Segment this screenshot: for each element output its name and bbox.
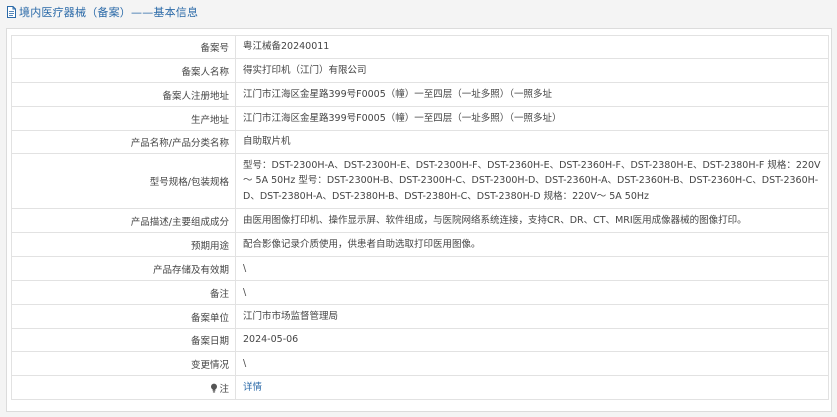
table-row: 预期用途 配合影像记录介质使用，供患者自助选取打印医用图像。 bbox=[11, 232, 829, 257]
table-row: 备案人名称 得实打印机（江门）有限公司 bbox=[11, 58, 829, 83]
row-label-record-date: 备案日期 bbox=[11, 328, 236, 352]
table-row: 生产地址 江门市江海区金星路399号F0005（幢）一至四层（一址多照）（一照多… bbox=[11, 106, 829, 131]
row-label-remarks: 备注 bbox=[11, 280, 236, 305]
row-value-product-name: 自助取片机 bbox=[235, 130, 829, 154]
details-link[interactable]: 详情 bbox=[243, 382, 262, 393]
row-value-intended-use: 配合影像记录介质使用，供患者自助选取打印医用图像。 bbox=[235, 232, 829, 257]
row-label-product-description: 产品描述/主要组成成分 bbox=[11, 208, 236, 233]
row-value-change-status: \ bbox=[235, 351, 829, 376]
row-label-registrant-name: 备案人名称 bbox=[11, 58, 236, 83]
row-value-record-date: 2024-05-06 bbox=[235, 328, 829, 352]
row-label-record-number: 备案号 bbox=[11, 35, 236, 59]
row-label-change-status: 变更情况 bbox=[11, 351, 236, 376]
table-row: 注 详情 bbox=[11, 375, 829, 400]
page-header: 境内医疗器械（备案）——基本信息 bbox=[0, 0, 837, 24]
row-value-note: 详情 bbox=[235, 375, 829, 400]
row-label-intended-use: 预期用途 bbox=[11, 232, 236, 257]
note-label-text: 注 bbox=[219, 383, 229, 395]
table-row: 产品描述/主要组成成分 由医用图像打印机、操作显示屏、软件组成，与医院网络系统连… bbox=[11, 208, 829, 233]
info-table: 备案号 粤江械备20240011 备案人名称 得实打印机（江门）有限公司 备案人… bbox=[11, 35, 829, 400]
info-panel: 备案号 粤江械备20240011 备案人名称 得实打印机（江门）有限公司 备案人… bbox=[6, 28, 832, 412]
row-value-registered-address: 江门市江海区金星路399号F0005（幢）一至四层（一址多照）（一照多址 bbox=[235, 82, 829, 107]
row-label-record-unit: 备案单位 bbox=[11, 304, 236, 329]
row-label-model-spec: 型号规格/包装规格 bbox=[11, 153, 236, 209]
table-row: 产品存储及有效期 \ bbox=[11, 256, 829, 281]
table-row: 型号规格/包装规格 型号：DST-2300H-A、DST-2300H-E、DST… bbox=[11, 153, 829, 209]
page-title: 境内医疗器械（备案）——基本信息 bbox=[19, 6, 199, 19]
document-icon bbox=[7, 6, 16, 18]
table-row: 变更情况 \ bbox=[11, 351, 829, 376]
row-label-production-address: 生产地址 bbox=[11, 106, 236, 131]
table-row: 备注 \ bbox=[11, 280, 829, 305]
row-value-model-spec: 型号：DST-2300H-A、DST-2300H-E、DST-2300H-F、D… bbox=[235, 153, 829, 209]
row-value-record-unit: 江门市市场监督管理局 bbox=[235, 304, 829, 329]
row-label-registered-address: 备案人注册地址 bbox=[11, 82, 236, 107]
row-value-production-address: 江门市江海区金星路399号F0005（幢）一至四层（一址多照）（一照多址） bbox=[235, 106, 829, 131]
row-value-storage-validity: \ bbox=[235, 256, 829, 281]
row-label-product-name: 产品名称/产品分类名称 bbox=[11, 130, 236, 154]
table-row: 备案单位 江门市市场监督管理局 bbox=[11, 304, 829, 329]
row-label-storage-validity: 产品存储及有效期 bbox=[11, 256, 236, 281]
table-row: 备案日期 2024-05-06 bbox=[11, 328, 829, 352]
table-row: 备案人注册地址 江门市江海区金星路399号F0005（幢）一至四层（一址多照）（… bbox=[11, 82, 829, 107]
row-value-registrant-name: 得实打印机（江门）有限公司 bbox=[235, 58, 829, 83]
row-label-note: 注 bbox=[11, 375, 236, 400]
table-row: 产品名称/产品分类名称 自助取片机 bbox=[11, 130, 829, 154]
row-value-product-description: 由医用图像打印机、操作显示屏、软件组成，与医院网络系统连接，支持CR、DR、CT… bbox=[235, 208, 829, 233]
row-value-record-number: 粤江械备20240011 bbox=[235, 35, 829, 59]
table-row: 备案号 粤江械备20240011 bbox=[11, 35, 829, 59]
row-value-remarks: \ bbox=[235, 280, 829, 305]
lightbulb-icon bbox=[211, 383, 218, 392]
